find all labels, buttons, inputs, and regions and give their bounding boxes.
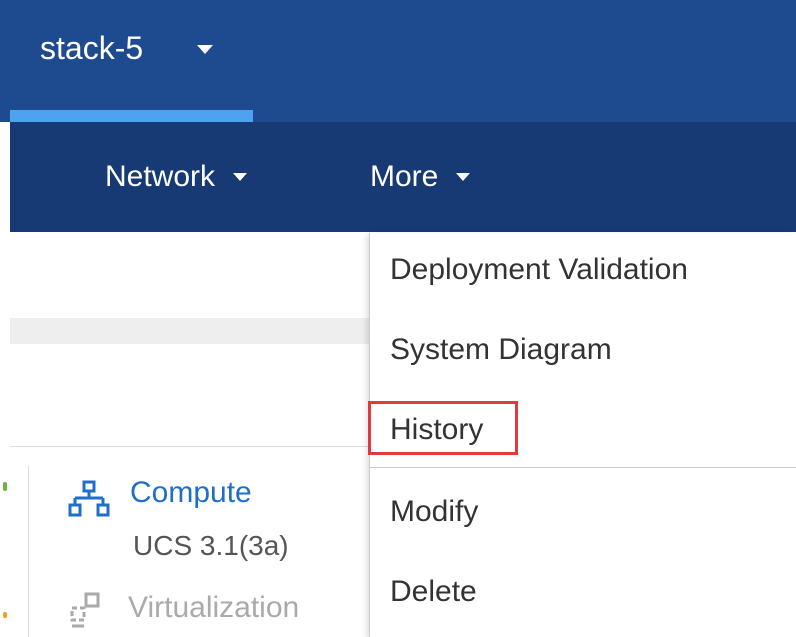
more-dropdown-menu: Deployment Validation System Diagram His… [368,233,796,637]
compute-link[interactable]: Compute [130,476,252,510]
menu-item-label: Delete [390,575,477,608]
stack-name: stack-5 [40,30,144,66]
virtualization-label: Virtualization [128,591,300,624]
menu-item-label: System Diagram [390,333,612,366]
status-indicator [3,612,7,618]
caret-down-icon [197,45,213,54]
highlight-box [368,401,518,455]
menu-divider [370,467,796,468]
virtualization-icon [70,592,100,628]
nav-more[interactable]: More [370,122,471,232]
stack-selector-tab[interactable]: stack-5 [10,0,253,122]
nav-more-label: More [370,160,439,193]
caret-down-icon [456,173,471,181]
network-topology-icon [68,480,110,517]
nav-network[interactable]: Network [105,122,248,232]
menu-item-deployment-validation[interactable]: Deployment Validation [370,233,796,313]
menu-item-delete[interactable]: Delete [370,555,796,635]
menu-item-system-diagram[interactable]: System Diagram [370,313,796,393]
secondary-nav: Network More [10,122,796,232]
menu-item-history[interactable]: History [368,393,796,473]
compute-version: UCS 3.1(3a) [133,530,289,561]
divider [28,466,29,637]
caret-down-icon [233,173,248,181]
menu-item-label: Modify [390,495,479,528]
nav-network-label: Network [105,160,216,193]
menu-item-modify[interactable]: Modify [370,475,796,555]
menu-item-label: Deployment Validation [390,253,688,286]
divider [10,446,370,447]
status-indicator [3,482,7,491]
active-tab-indicator [10,110,253,122]
section-band [10,318,370,344]
